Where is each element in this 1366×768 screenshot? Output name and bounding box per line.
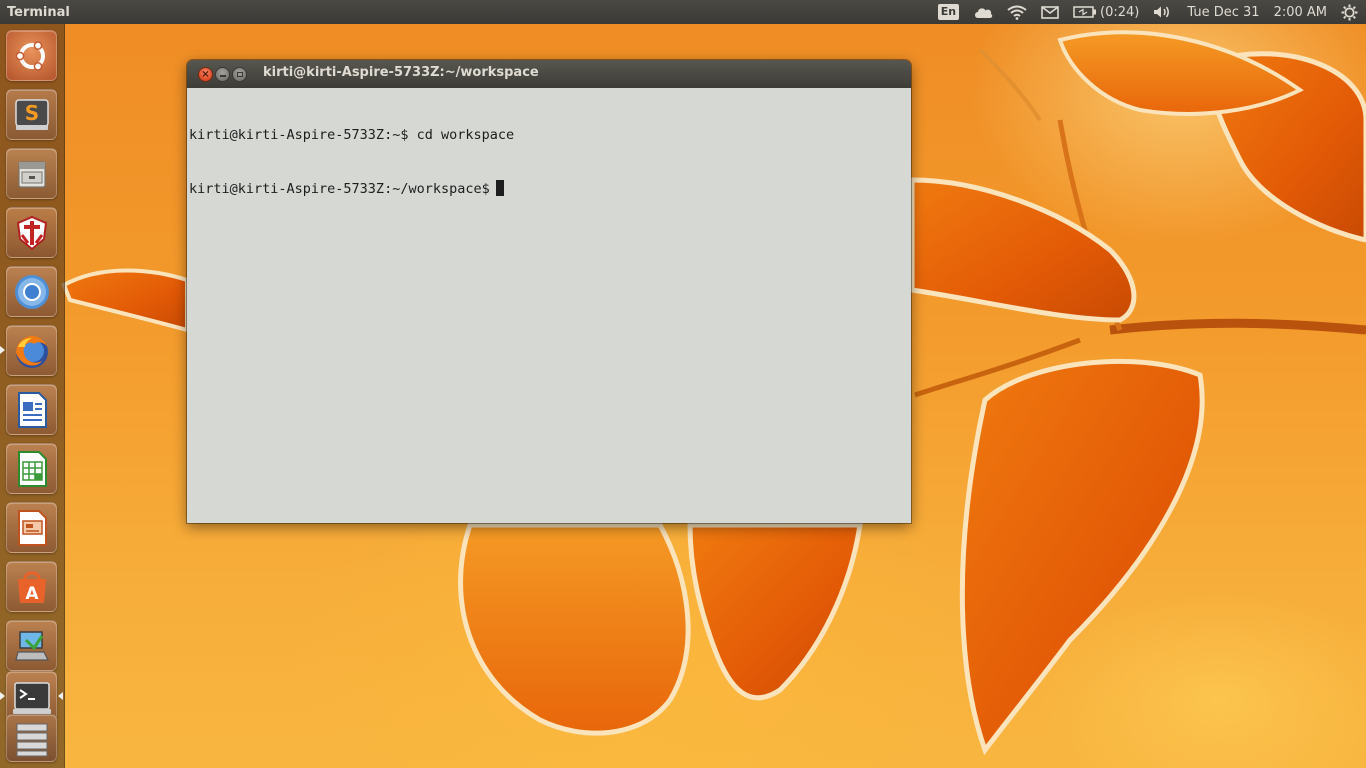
panel-clock: 2:00 AM	[1273, 4, 1327, 20]
writer-icon	[17, 391, 47, 428]
session-indicator[interactable]	[1334, 0, 1366, 24]
window-close-button[interactable]: ×	[198, 67, 213, 82]
installer-icon	[14, 630, 49, 661]
messaging-indicator[interactable]	[1034, 0, 1066, 24]
battery-time: (0:24)	[1100, 4, 1140, 20]
terminal-prompt-line: kirti@kirti-Aspire-5733Z:~/workspace$	[189, 180, 911, 198]
window-titlebar[interactable]: × kirti@kirti-Aspire-5733Z:~/workspace	[187, 60, 911, 88]
impress-icon	[17, 509, 47, 546]
launcher-firefox[interactable]	[6, 325, 57, 376]
launcher-libreoffice-calc[interactable]	[6, 443, 57, 494]
unity-launcher: S A	[0, 24, 65, 768]
launcher-dash-home[interactable]	[6, 30, 57, 81]
window-maximize-button[interactable]	[232, 67, 247, 82]
clock-indicator[interactable]: 2:00 AM	[1267, 0, 1334, 24]
shield-crest-icon	[16, 215, 47, 250]
terminal-line: kirti@kirti-Aspire-5733Z:~$ cd workspace	[189, 127, 515, 143]
launcher-libreoffice-writer[interactable]	[6, 384, 57, 435]
battery-indicator[interactable]: (0:24)	[1066, 0, 1146, 24]
panel-date: Tue Dec 31	[1187, 4, 1260, 20]
ubuntu-logo-icon	[15, 40, 45, 71]
power-gear-icon	[1341, 4, 1358, 20]
sublime-icon: S	[14, 98, 49, 130]
desktop[interactable]: Terminal En (0:24) Tue Dec 31 2:00 AM S …	[0, 0, 1366, 768]
calc-icon	[17, 450, 47, 487]
launcher-software-center[interactable]: A	[6, 561, 57, 612]
battery-icon	[1073, 6, 1097, 18]
maximize-icon	[236, 72, 243, 77]
launcher-chromium[interactable]	[6, 266, 57, 317]
launcher-sublime-text[interactable]: S	[6, 89, 57, 140]
indicator-area: En (0:24) Tue Dec 31 2:00 AM	[931, 0, 1366, 24]
launcher-system-installer[interactable]	[6, 620, 57, 671]
svg-text:A: A	[25, 584, 39, 604]
svg-text:S: S	[24, 101, 38, 125]
keyboard-layout-badge: En	[937, 4, 960, 20]
launcher-file-manager[interactable]	[6, 148, 57, 199]
window-title: kirti@kirti-Aspire-5733Z:~/workspace	[263, 65, 539, 80]
window-minimize-button[interactable]	[215, 67, 230, 82]
firefox-icon	[15, 335, 48, 368]
cloud-indicator[interactable]	[966, 0, 1000, 24]
launcher-libreoffice-impress[interactable]	[6, 502, 57, 553]
top-panel: Terminal En (0:24) Tue Dec 31 2:00 AM	[0, 0, 1366, 24]
terminal-icon	[12, 681, 51, 714]
terminal-prompt: kirti@kirti-Aspire-5733Z:~/workspace$	[189, 181, 490, 197]
keyboard-indicator[interactable]: En	[931, 0, 966, 24]
software-center-icon: A	[17, 571, 46, 604]
network-indicator[interactable]	[1000, 0, 1034, 24]
launcher-app-shield[interactable]	[6, 207, 57, 258]
terminal-window[interactable]: × kirti@kirti-Aspire-5733Z:~/workspace k…	[187, 60, 911, 523]
mail-icon	[1041, 5, 1059, 19]
terminal-output-area[interactable]: kirti@kirti-Aspire-5733Z:~$ cd workspace…	[187, 88, 911, 523]
panel-app-title: Terminal	[7, 4, 70, 20]
minimize-icon	[219, 74, 226, 77]
file-cabinet-icon	[17, 160, 46, 188]
sound-indicator[interactable]	[1146, 0, 1180, 24]
workspaces-icon	[16, 723, 47, 757]
chromium-icon	[14, 274, 49, 309]
volume-icon	[1154, 6, 1170, 18]
terminal-cursor	[495, 180, 504, 196]
datetime-indicator[interactable]: Tue Dec 31	[1180, 0, 1266, 24]
wifi-icon	[1007, 5, 1027, 20]
launcher-workspace-switcher[interactable]	[6, 714, 57, 762]
cloud-icon	[975, 8, 993, 18]
close-icon: ×	[201, 68, 210, 80]
